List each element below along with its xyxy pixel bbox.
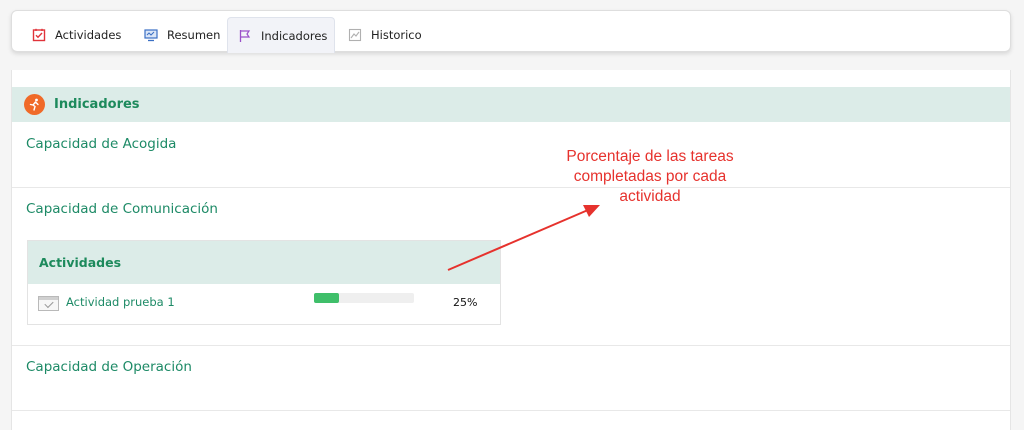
tab-resumen[interactable]: Resumen bbox=[134, 17, 230, 53]
capacidad-comunicacion[interactable]: Capacidad de Comunicación bbox=[26, 201, 218, 217]
capacidad-acogida[interactable]: Capacidad de Acogida bbox=[26, 136, 176, 152]
activity-name[interactable]: Actividad prueba 1 bbox=[66, 295, 175, 309]
tab-label: Resumen bbox=[167, 28, 221, 42]
tab-bar: Actividades Resumen Indicadores Historic… bbox=[11, 10, 1011, 53]
annotation-text: Porcentaje de las tareas completadas por… bbox=[540, 147, 760, 207]
progress-fill bbox=[314, 293, 339, 303]
progress-percent: 25% bbox=[453, 296, 478, 309]
task-check-icon bbox=[38, 296, 59, 311]
chart-icon bbox=[348, 28, 362, 42]
indicadores-panel: Indicadores Capacidad de Acogida Capacid… bbox=[11, 70, 1011, 430]
panel-title: Indicadores bbox=[54, 97, 140, 112]
divider bbox=[12, 187, 1010, 188]
monitor-icon bbox=[144, 28, 158, 42]
tab-actividades[interactable]: Actividades bbox=[22, 17, 131, 53]
annotation-line: completadas por cada bbox=[573, 168, 727, 185]
capacidad-operacion[interactable]: Capacidad de Operación bbox=[26, 359, 192, 375]
divider bbox=[12, 345, 1010, 346]
tab-historico[interactable]: Historico bbox=[338, 17, 432, 53]
tab-label: Indicadores bbox=[261, 28, 328, 43]
calendar-check-icon bbox=[32, 28, 46, 42]
divider bbox=[12, 410, 1010, 411]
activities-table: Actividades Actividad prueba 1 25% bbox=[27, 240, 501, 325]
tab-label: Historico bbox=[371, 28, 422, 42]
activities-header: Actividades bbox=[28, 241, 500, 284]
progress-bar bbox=[314, 293, 414, 303]
flag-icon bbox=[238, 29, 252, 43]
annotation-line: Porcentaje de las tareas bbox=[566, 148, 734, 165]
tab-label: Actividades bbox=[55, 28, 122, 42]
annotation-line: actividad bbox=[619, 188, 681, 205]
tab-indicadores[interactable]: Indicadores bbox=[227, 17, 335, 53]
runner-icon bbox=[24, 94, 45, 115]
activity-row[interactable]: Actividad prueba 1 25% bbox=[28, 284, 500, 324]
panel-header: Indicadores bbox=[12, 87, 1010, 122]
